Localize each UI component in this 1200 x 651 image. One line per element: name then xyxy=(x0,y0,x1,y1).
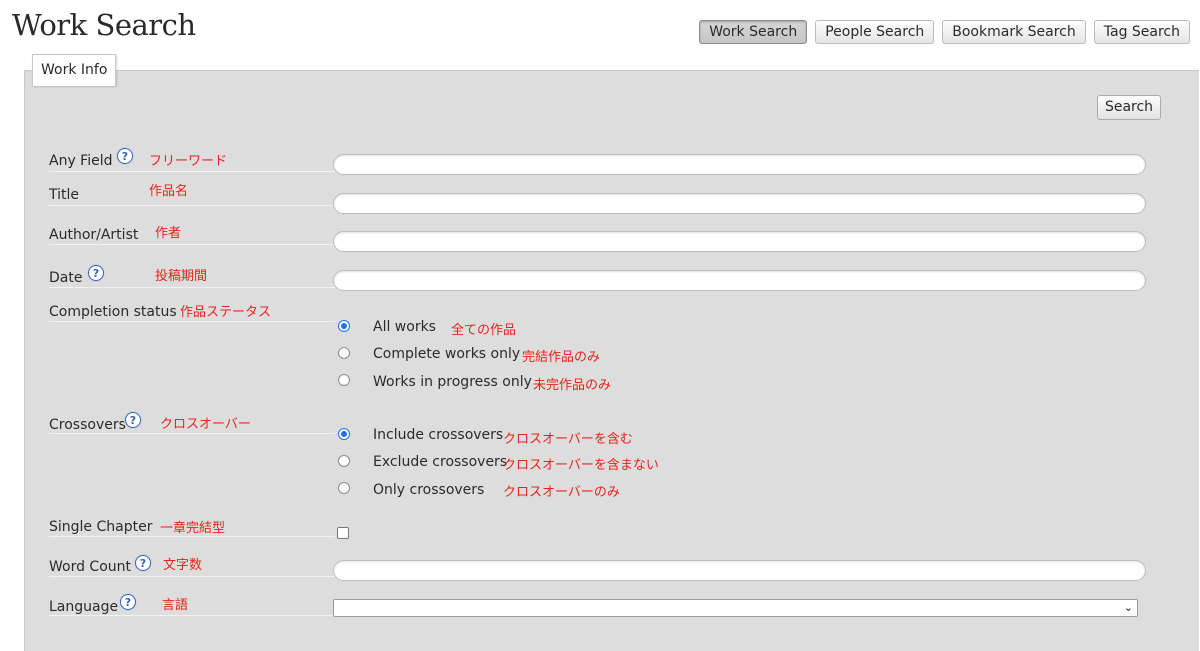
search-type-nav: Work Search People Search Bookmark Searc… xyxy=(699,20,1190,44)
single-chapter-checkbox[interactable] xyxy=(337,527,349,539)
divider xyxy=(49,433,335,434)
completion-complete-annotation: 完結作品のみ xyxy=(522,350,601,365)
divider xyxy=(49,536,335,537)
completion-all-annotation: 全ての作品 xyxy=(451,323,517,338)
date-input[interactable] xyxy=(333,270,1146,291)
crossovers-exclude-annotation: クロスオーバーを含まない xyxy=(503,458,659,473)
any-field-input[interactable] xyxy=(333,154,1146,175)
single-chapter-label: Single Chapter xyxy=(49,519,153,535)
divider xyxy=(49,287,335,288)
tab-work-info[interactable]: Work Info xyxy=(32,54,117,86)
divider xyxy=(49,171,335,172)
crossovers-include-label: Include crossovers xyxy=(373,427,504,443)
date-help-icon[interactable]: ? xyxy=(88,265,104,281)
completion-status-label: Completion status xyxy=(49,304,177,320)
completion-status-annotation: 作品ステータス xyxy=(180,305,272,320)
language-help-icon[interactable]: ? xyxy=(120,594,136,610)
crossovers-only-radio[interactable] xyxy=(338,482,350,494)
completion-in-progress-annotation: 未完作品のみ xyxy=(533,378,612,393)
any-field-annotation: フリーワード xyxy=(149,154,228,169)
divider xyxy=(49,244,335,245)
search-button[interactable]: Search xyxy=(1097,95,1161,120)
crossovers-exclude-label: Exclude crossovers xyxy=(373,454,508,470)
word-count-annotation: 文字数 xyxy=(163,558,203,573)
author-annotation: 作者 xyxy=(155,226,182,241)
word-count-input[interactable] xyxy=(333,560,1146,581)
divider xyxy=(49,576,335,577)
divider xyxy=(49,321,335,322)
any-field-label: Any Field xyxy=(49,153,113,169)
completion-complete-label: Complete works only xyxy=(373,346,521,362)
completion-in-progress-radio[interactable] xyxy=(338,374,350,386)
author-label: Author/Artist xyxy=(49,227,139,243)
completion-in-progress-label: Works in progress only xyxy=(373,374,532,390)
title-input[interactable] xyxy=(333,193,1146,214)
crossovers-include-annotation: クロスオーバーを含む xyxy=(503,432,633,447)
completion-all-label: All works xyxy=(373,319,436,335)
divider xyxy=(49,615,335,616)
completion-all-radio[interactable] xyxy=(338,320,350,332)
author-input[interactable] xyxy=(333,231,1146,252)
language-annotation: 言語 xyxy=(162,598,189,613)
crossovers-only-label: Only crossovers xyxy=(373,482,485,498)
language-select[interactable]: ⌄ xyxy=(333,599,1138,617)
title-annotation: 作品名 xyxy=(149,184,189,199)
crossovers-exclude-radio[interactable] xyxy=(338,455,350,467)
date-label: Date xyxy=(49,270,83,286)
crossovers-only-annotation: クロスオーバーのみ xyxy=(503,485,620,500)
word-count-help-icon[interactable]: ? xyxy=(135,555,151,571)
work-search-button[interactable]: Work Search xyxy=(699,20,808,44)
single-chapter-annotation: 一章完結型 xyxy=(160,521,226,536)
word-count-label: Word Count xyxy=(49,559,132,575)
date-annotation: 投稿期間 xyxy=(155,269,208,284)
completion-complete-radio[interactable] xyxy=(338,347,350,359)
tag-search-button[interactable]: Tag Search xyxy=(1093,20,1190,44)
language-label: Language xyxy=(49,599,119,615)
crossovers-annotation: クロスオーバー xyxy=(160,417,251,432)
bookmark-search-button[interactable]: Bookmark Search xyxy=(942,20,1086,44)
crossovers-label: Crossovers xyxy=(49,417,126,433)
any-field-help-icon[interactable]: ? xyxy=(117,148,133,164)
page-title: Work Search xyxy=(12,8,196,42)
title-label: Title xyxy=(49,187,80,203)
divider xyxy=(49,205,335,206)
chevron-down-icon: ⌄ xyxy=(1123,601,1133,614)
crossovers-include-radio[interactable] xyxy=(338,428,350,440)
crossovers-help-icon[interactable]: ? xyxy=(125,412,141,428)
people-search-button[interactable]: People Search xyxy=(815,20,935,44)
